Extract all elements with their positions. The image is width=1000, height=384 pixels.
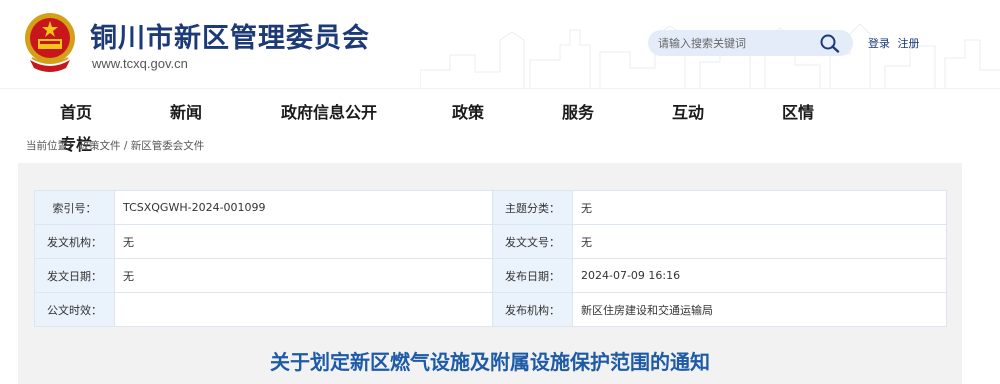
- register-link[interactable]: 注册: [898, 37, 920, 50]
- info-value-validity: [114, 292, 493, 327]
- national-emblem-logo: [25, 13, 75, 72]
- info-label-issue-date: 发文日期：: [34, 258, 115, 293]
- search-button[interactable]: [819, 33, 841, 53]
- search-icon: [820, 34, 840, 53]
- search-input[interactable]: [658, 33, 818, 53]
- table-row: 发文日期： 无 发布日期： 2024-07-09 16:16: [34, 258, 947, 293]
- login-link[interactable]: 登录: [868, 37, 890, 50]
- info-label-publisher: 发布机构：: [492, 292, 573, 327]
- info-value-category: 无: [572, 190, 947, 225]
- breadcrumb: 当前位置：政策文件 / 新区管委会文件: [26, 138, 204, 153]
- table-row: 索引号： TCSXQGWH-2024-001099 主题分类： 无: [34, 190, 947, 225]
- document-info-table: 索引号： TCSXQGWH-2024-001099 主题分类： 无 发文机构： …: [34, 190, 947, 327]
- info-label-issuer: 发文机构：: [34, 224, 115, 259]
- table-row: 发文机构： 无 发文文号： 无: [34, 224, 947, 259]
- auth-separator: [892, 37, 896, 50]
- table-row: 公文时效： 发布机构： 新区住房建设和交通运输局: [34, 292, 947, 327]
- info-label-validity: 公文时效：: [34, 292, 115, 327]
- site-title: 铜川市新区管理委员会: [90, 23, 370, 54]
- breadcrumb-path[interactable]: 政策文件 / 新区管委会文件: [79, 140, 205, 152]
- info-value-publisher: 新区住房建设和交通运输局: [572, 292, 947, 327]
- info-value-publish-date: 2024-07-09 16:16: [572, 258, 947, 293]
- info-label-doc-number: 发文文号：: [492, 224, 573, 259]
- nav-item-news[interactable]: 新闻: [170, 99, 202, 123]
- site-url: www.tcxq.gov.cn: [92, 56, 188, 71]
- search-bar: [648, 30, 853, 56]
- auth-links: 登录 注册: [868, 35, 920, 51]
- nav-item-interaction[interactable]: 互动: [672, 99, 704, 123]
- nav-item-service[interactable]: 服务: [562, 99, 594, 123]
- info-value-issuer: 无: [114, 224, 493, 259]
- nav-item-home[interactable]: 首页: [60, 99, 92, 123]
- main-nav: 首页 新闻 政府信息公开 政策 服务 互动 区情: [0, 88, 1000, 128]
- info-value-index: TCSXQGWH-2024-001099: [114, 190, 493, 225]
- info-label-index: 索引号：: [34, 190, 115, 225]
- info-label-publish-date: 发布日期：: [492, 258, 573, 293]
- breadcrumb-prefix: 当前位置：: [26, 140, 79, 152]
- nav-item-district[interactable]: 区情: [782, 99, 814, 123]
- article-title: 关于划定新区燃气设施及附属设施保护范围的通知: [270, 350, 710, 374]
- nav-item-policy[interactable]: 政策: [452, 99, 484, 123]
- info-label-category: 主题分类：: [492, 190, 573, 225]
- info-value-doc-number: 无: [572, 224, 947, 259]
- site-header: 铜川市新区管理委员会 www.tcxq.gov.cn 登录 注册: [0, 0, 1000, 88]
- info-value-issue-date: 无: [114, 258, 493, 293]
- nav-item-gov-info[interactable]: 政府信息公开: [281, 99, 377, 123]
